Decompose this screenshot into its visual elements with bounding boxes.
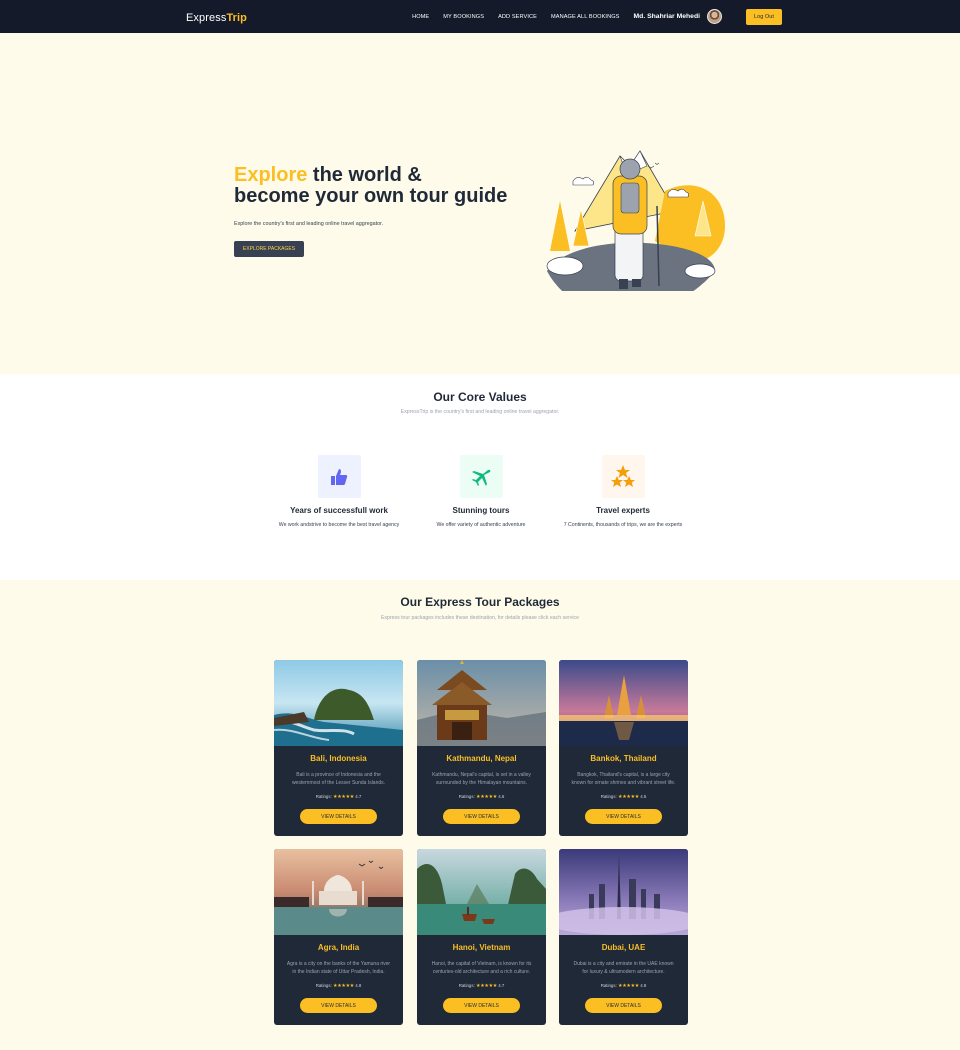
ratings-label: Ratings: [600,983,617,988]
card-title: Hanoi, Vietnam [452,943,511,952]
value-item: Years of successfull work We work andstr… [269,455,409,528]
nav-link-home[interactable]: HOME [412,14,429,20]
value-title: Stunning tours [452,506,510,515]
hanoi-image [417,849,546,935]
package-card-bali[interactable]: Bali, Indonesia Bali is a province of In… [274,660,403,836]
rating-value: 4.8 [355,983,362,988]
card-title: Bankok, Thailand [590,754,657,763]
packages-subtitle: Express tour packages includes these des… [380,615,580,621]
thumbs-up-icon [317,455,361,498]
plane-icon [459,455,503,498]
view-details-button[interactable]: VIEW DETAILS [300,809,377,824]
hero-section: Explore the world & become your own tour… [0,33,960,374]
card-description: Bangkok, Thailand's capital, is a large … [571,772,676,786]
card-title: Agra, India [317,943,360,952]
value-item: Stunning tours We offer variety of authe… [411,455,551,528]
card-rating: Ratings: ★★★★★ 4.6 [417,794,546,800]
rating-value: 4.7 [355,794,362,799]
card-title: Kathmandu, Nepal [446,754,517,763]
rating-stars-icon: ★★★★★ [618,983,639,989]
ratings-label: Ratings: [315,794,332,799]
kathmandu-image [417,660,546,746]
packages-section: Our Express Tour Packages Express tour p… [0,580,960,1050]
stars-icon [601,455,645,498]
view-details-button[interactable]: VIEW DETAILS [300,998,377,1013]
explore-packages-button[interactable]: EXPLORE PACKAGES [234,241,304,257]
rating-stars-icon: ★★★★★ [333,794,354,800]
view-details-button[interactable]: VIEW DETAILS [585,998,662,1013]
ratings-label: Ratings: [458,794,475,799]
package-card-dubai[interactable]: Dubai, UAE Dubai is a city and emirate i… [559,849,688,1025]
card-description: Dubai is a city and emirate in the UAE k… [573,961,674,975]
bali-image [274,660,403,746]
hero-title-line1: the world & [307,164,422,186]
card-description: Bali is a province of Indonesia and the … [291,772,386,786]
dubai-image [559,849,688,935]
value-text: We offer variety of authentic adventure [436,522,526,528]
user-name: Md. Shahriar Mehedi [633,13,700,20]
value-text: We work andstrive to become the best tra… [278,522,400,528]
value-text: 7 Continents, thousands of trips, we are… [563,522,683,528]
hero-title-line2: become your own tour guide [234,185,508,207]
core-values-section: Our Core Values ExpressTrip is the count… [0,374,960,580]
hiker-illustration [546,150,725,291]
rating-stars-icon: ★★★★★ [333,983,354,989]
package-card-bangkok[interactable]: Bankok, Thailand Bangkok, Thailand's cap… [559,660,688,836]
view-details-button[interactable]: VIEW DETAILS [585,809,662,824]
package-card-kathmandu[interactable]: Kathmandu, Nepal Kathmandu, Nepal's capi… [417,660,546,836]
ratings-label: Ratings: [315,983,332,988]
package-card-agra[interactable]: Agra, India Agra is a city on the banks … [274,849,403,1025]
value-item: Travel experts 7 Continents, thousands o… [553,455,693,528]
card-rating: Ratings: ★★★★★ 4.8 [559,983,688,989]
packages-title: Our Express Tour Packages [400,595,560,609]
rating-value: 4.6 [498,794,505,799]
rating-stars-icon: ★★★★★ [618,794,639,800]
card-rating: Ratings: ★★★★★ 4.7 [417,983,546,989]
hero-title: Explore the world & become your own tour… [234,165,507,207]
ratings-label: Ratings: [458,983,475,988]
card-description: Hanoi, the capital of Vietnam, is known … [431,961,532,975]
ratings-label: Ratings: [600,794,617,799]
agra-image [274,849,403,935]
nav-link-add-service[interactable]: ADD SERVICE [498,14,537,20]
package-card-hanoi[interactable]: Hanoi, Vietnam Hanoi, the capital of Vie… [417,849,546,1025]
rating-value: 4.5 [640,794,647,799]
nav-link-manage-bookings[interactable]: MANAGE ALL BOOKINGS [551,14,620,20]
value-title: Travel experts [596,506,650,515]
top-navbar: ExpressTrip HOME MY BOOKINGS ADD SERVICE… [0,0,960,33]
card-rating: Ratings: ★★★★★ 4.5 [559,794,688,800]
card-title: Dubai, UAE [601,943,646,952]
rating-stars-icon: ★★★★★ [476,983,497,989]
value-title: Years of successfull work [290,506,388,515]
core-values-title: Our Core Values [433,390,527,404]
hero-subtitle: Explore the country's first and leading … [234,221,384,227]
nav-link-my-bookings[interactable]: MY BOOKINGS [443,14,484,20]
brand-accent: Trip [226,11,248,24]
rating-value: 4.7 [498,983,505,988]
view-details-button[interactable]: VIEW DETAILS [443,809,520,824]
logout-button[interactable]: Log Out [746,8,782,25]
card-title: Bali, Indonesia [310,754,367,763]
card-description: Kathmandu, Nepal's capital, is set in a … [432,772,531,786]
bangkok-image [559,660,688,746]
card-rating: Ratings: ★★★★★ 4.8 [274,983,403,989]
card-rating: Ratings: ★★★★★ 4.7 [274,794,403,800]
hero-title-highlight: Explore [234,164,308,186]
brand-primary: Express [186,11,227,24]
rating-stars-icon: ★★★★★ [476,794,497,800]
rating-value: 4.8 [640,983,647,988]
view-details-button[interactable]: VIEW DETAILS [443,998,520,1013]
brand-logo[interactable]: ExpressTrip [186,8,247,26]
core-values-subtitle: ExpressTrip is the country's first and l… [400,409,560,415]
avatar[interactable] [707,9,722,24]
nav-menu: HOME MY BOOKINGS ADD SERVICE MANAGE ALL … [398,8,807,25]
card-description: Agra is a city on the banks of the Yamun… [286,961,391,975]
